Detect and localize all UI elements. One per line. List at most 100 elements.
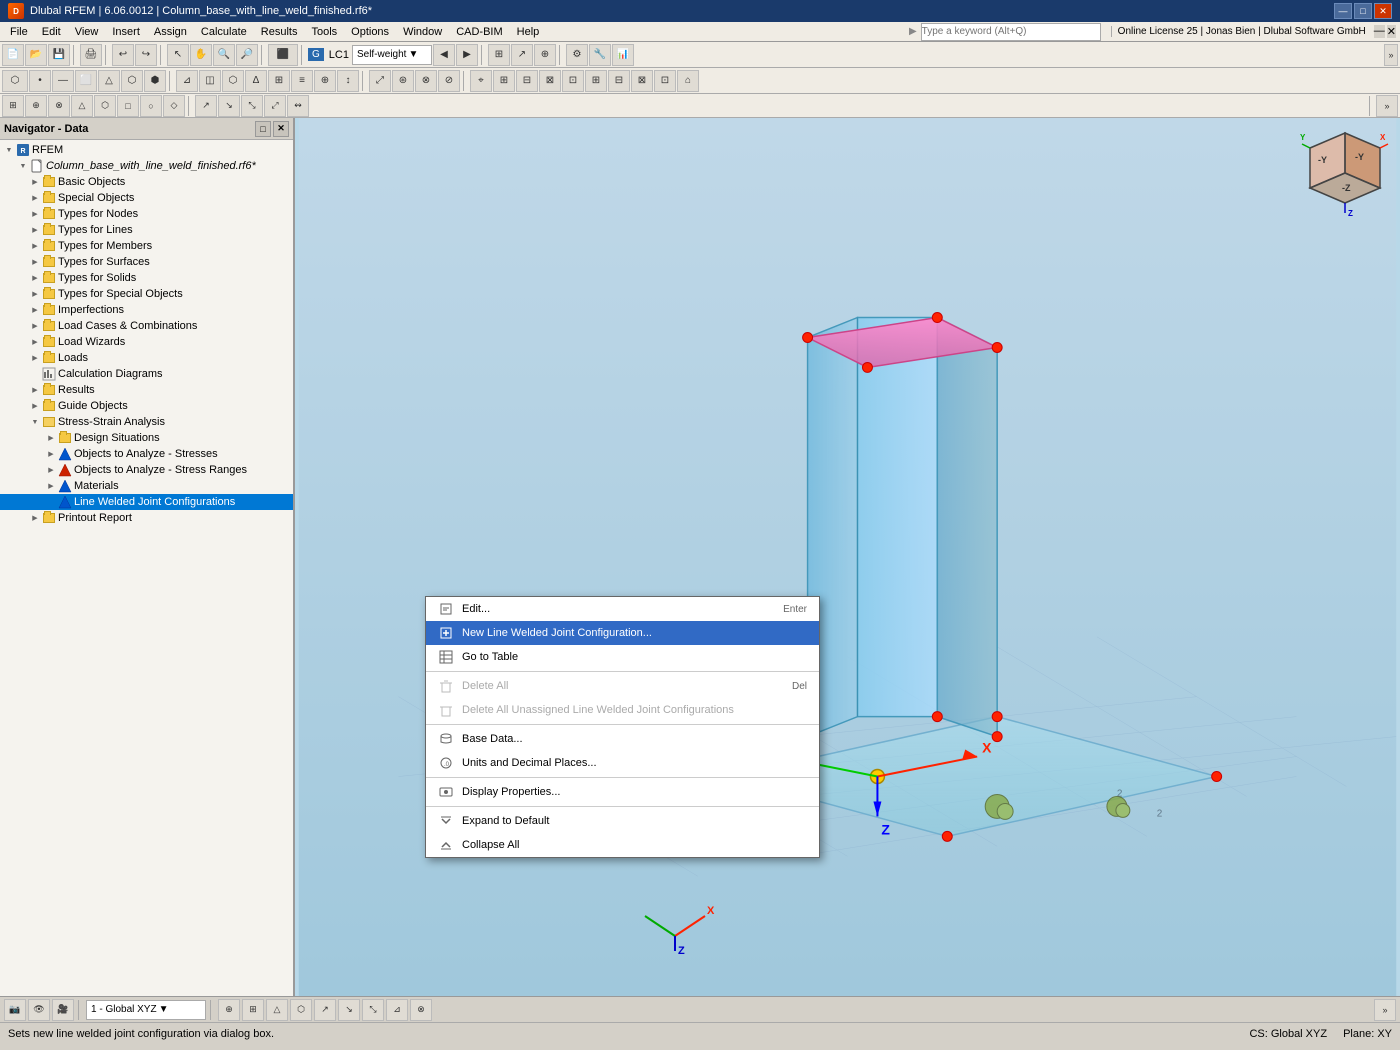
tree-item-loads[interactable]: Loads: [0, 350, 293, 366]
tb2-5[interactable]: △: [98, 70, 120, 92]
tb2-8[interactable]: ⊿: [176, 70, 198, 92]
expand-rfem[interactable]: [2, 143, 16, 157]
expand-special[interactable]: [28, 191, 42, 205]
tb-lc-next[interactable]: ▶: [456, 44, 478, 66]
tree-item-guide-objects[interactable]: Guide Objects: [0, 398, 293, 414]
expand-loadwizards[interactable]: [28, 335, 42, 349]
ctx-go-to-table[interactable]: Go to Table: [426, 645, 819, 669]
tb3-7[interactable]: ○: [140, 95, 162, 117]
tb-view-1[interactable]: ⊞: [488, 44, 510, 66]
coord-system-dropdown[interactable]: 1 - Global XYZ ▼: [86, 1000, 206, 1020]
window-controls[interactable]: — □ ✕: [1334, 3, 1392, 19]
expand-results[interactable]: [28, 383, 42, 397]
tb2-2[interactable]: •: [29, 70, 51, 92]
bt-snap2[interactable]: ⊞: [242, 999, 264, 1021]
tb-open[interactable]: 📂: [25, 44, 47, 66]
tree-item-load-cases[interactable]: Load Cases & Combinations: [0, 318, 293, 334]
tree-item-materials[interactable]: Materials: [0, 478, 293, 494]
expand-nodes[interactable]: [28, 207, 42, 221]
tb2-3[interactable]: —: [52, 70, 74, 92]
tb3-9[interactable]: ↗: [195, 95, 217, 117]
expand-materials[interactable]: [44, 479, 58, 493]
tree-item-design-situations[interactable]: Design Situations: [0, 430, 293, 446]
tb3-1[interactable]: ⊞: [2, 95, 24, 117]
menu-file[interactable]: File: [4, 24, 34, 40]
tb2-13[interactable]: ≡: [291, 70, 313, 92]
tb2-25[interactable]: ⊞: [585, 70, 607, 92]
tb2-16[interactable]: ⤢: [369, 70, 391, 92]
tb2-11[interactable]: Δ: [245, 70, 267, 92]
tb2-14[interactable]: ⊕: [314, 70, 336, 92]
expand-members[interactable]: [28, 239, 42, 253]
tb3-4[interactable]: △: [71, 95, 93, 117]
tb-redo[interactable]: ↪: [135, 44, 157, 66]
tree-item-line-welded[interactable]: Line Welded Joint Configurations: [0, 494, 293, 510]
bt-more[interactable]: »: [1374, 999, 1396, 1021]
tb2-28[interactable]: ⊡: [654, 70, 676, 92]
menu-help[interactable]: Help: [511, 24, 546, 40]
menu-options[interactable]: Options: [345, 24, 395, 40]
tb2-27[interactable]: ⊠: [631, 70, 653, 92]
tb3-13[interactable]: ↭: [287, 95, 309, 117]
panel-minimize[interactable]: —: [1374, 25, 1385, 38]
tb-more-3[interactable]: 📊: [612, 44, 634, 66]
bt-snap1[interactable]: ⊕: [218, 999, 240, 1021]
bt-snap3[interactable]: △: [266, 999, 288, 1021]
expand-obj-stress[interactable]: [44, 447, 58, 461]
tb-extra[interactable]: »: [1384, 44, 1398, 66]
search-input[interactable]: [921, 23, 1101, 41]
tb2-4[interactable]: ⬜: [75, 70, 97, 92]
tb2-18[interactable]: ⊗: [415, 70, 437, 92]
tb3-6[interactable]: □: [117, 95, 139, 117]
tb3-5[interactable]: ⬡: [94, 95, 116, 117]
nav-float-btn[interactable]: □: [255, 121, 271, 137]
ctx-edit[interactable]: Edit... Enter: [426, 597, 819, 621]
menu-view[interactable]: View: [69, 24, 105, 40]
viewport[interactable]: X Y Z 2 2: [295, 118, 1400, 996]
tree-item-objects-stresses[interactable]: Objects to Analyze - Stresses: [0, 446, 293, 462]
tree-item-calc-diagrams[interactable]: Calculation Diagrams: [0, 366, 293, 382]
tree-item-special-objects[interactable]: Special Objects: [0, 190, 293, 206]
expand-types-special[interactable]: [28, 287, 42, 301]
menu-edit[interactable]: Edit: [36, 24, 67, 40]
expand-solids[interactable]: [28, 271, 42, 285]
expand-surfaces[interactable]: [28, 255, 42, 269]
menu-calculate[interactable]: Calculate: [195, 24, 253, 40]
expand-lines[interactable]: [28, 223, 42, 237]
panel-close[interactable]: ✕: [1387, 25, 1396, 38]
tb2-29[interactable]: ⌂: [677, 70, 699, 92]
ctx-collapse-all[interactable]: Collapse All: [426, 833, 819, 857]
minimize-button[interactable]: —: [1334, 3, 1352, 19]
tb2-24[interactable]: ⊡: [562, 70, 584, 92]
expand-filename[interactable]: [16, 159, 30, 173]
expand-design-sit[interactable]: [44, 431, 58, 445]
tb3-8[interactable]: ◇: [163, 95, 185, 117]
tree-item-rfem[interactable]: R RFEM: [0, 142, 293, 158]
tb2-7[interactable]: ⬢: [144, 70, 166, 92]
tb-more-1[interactable]: ⚙: [566, 44, 588, 66]
tb-print[interactable]: 🖨: [80, 44, 102, 66]
tb3-10[interactable]: ↘: [218, 95, 240, 117]
tb-undo[interactable]: ↩: [112, 44, 134, 66]
bt-video[interactable]: 🎥: [52, 999, 74, 1021]
tree-item-types-nodes[interactable]: Types for Nodes: [0, 206, 293, 222]
tb-view-3[interactable]: ⊕: [534, 44, 556, 66]
tb-save[interactable]: 💾: [48, 44, 70, 66]
tb2-20[interactable]: ⌖: [470, 70, 492, 92]
bt-snap9[interactable]: ⊗: [410, 999, 432, 1021]
ctx-new-line-welded[interactable]: New Line Welded Joint Configuration...: [426, 621, 819, 645]
expand-printout[interactable]: [28, 511, 42, 525]
ctx-delete-unassigned[interactable]: Delete All Unassigned Line Welded Joint …: [426, 698, 819, 722]
tb-more-2[interactable]: 🔧: [589, 44, 611, 66]
tb2-9[interactable]: ◫: [199, 70, 221, 92]
tb-render[interactable]: ⬛: [268, 44, 298, 66]
bt-snap5[interactable]: ↗: [314, 999, 336, 1021]
tb-pan[interactable]: ✋: [190, 44, 212, 66]
tb3-12[interactable]: ⤢: [264, 95, 286, 117]
ctx-display-props[interactable]: Display Properties...: [426, 780, 819, 804]
tb3-2[interactable]: ⊕: [25, 95, 47, 117]
tree-item-results[interactable]: Results: [0, 382, 293, 398]
ctx-base-data[interactable]: Base Data...: [426, 727, 819, 751]
tree-item-types-members[interactable]: Types for Members: [0, 238, 293, 254]
tb-lc-prev[interactable]: ◀: [433, 44, 455, 66]
